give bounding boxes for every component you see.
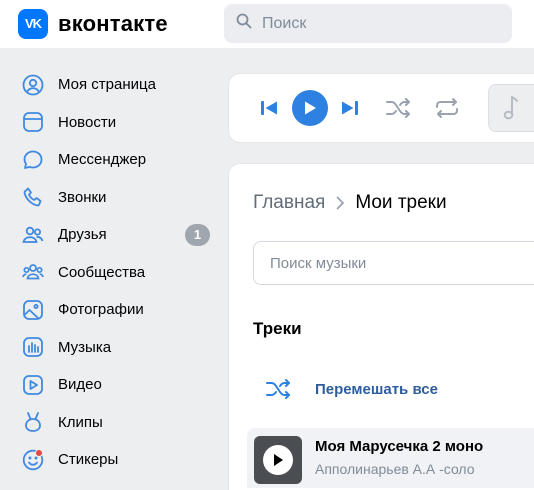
sidebar-item-label: Видео: [58, 376, 102, 394]
sidebar-item-label: Друзья: [58, 226, 107, 244]
sidebar-item-label: Мессенджер: [58, 151, 147, 169]
repeat-icon: [436, 98, 458, 118]
clips-icon: [22, 411, 44, 433]
track-title: Моя Марусечка 2 моно: [315, 438, 484, 455]
music-search-input[interactable]: Поиск музыки: [253, 241, 534, 285]
shuffle-all-label: Перемешать все: [315, 380, 438, 398]
stickers-notification-dot: [35, 449, 43, 457]
shuffle-button[interactable]: [385, 96, 413, 120]
sidebar-item-photos[interactable]: Фотографии: [0, 291, 228, 329]
shuffle-icon: [266, 379, 290, 399]
music-search-placeholder: Поиск музыки: [270, 254, 367, 272]
vk-logo-mark: VK: [18, 9, 48, 39]
communities-icon: [22, 261, 44, 283]
friends-icon: [22, 224, 44, 246]
sidebar-item-music[interactable]: Музыка: [0, 329, 228, 367]
play-button[interactable]: [292, 90, 328, 126]
sidebar-item-label: Сообщества: [58, 263, 146, 281]
sidebar-item-my-page[interactable]: Моя страница: [0, 66, 228, 104]
track-play-disc: [263, 445, 293, 475]
current-track-cover[interactable]: [488, 84, 534, 132]
sidebar-item-label: Моя страница: [58, 76, 156, 94]
top-header: VK вконтакте Поиск: [0, 0, 534, 48]
sidebar-item-label: Клипы: [58, 413, 103, 431]
previous-icon: [261, 101, 277, 115]
sidebar-item-communities[interactable]: Сообщества: [0, 254, 228, 292]
music-note-icon: [503, 96, 518, 120]
global-search-input[interactable]: Поиск: [224, 4, 512, 43]
sidebar-item-label: Стикеры: [58, 451, 119, 469]
sidebar-item-label: Фотографии: [58, 301, 144, 319]
sidebar-item-messenger[interactable]: Мессенджер: [0, 141, 228, 179]
music-content-panel: Главная Мои треки Поиск музыки Треки Пер…: [228, 163, 534, 490]
sidebar-item-friends[interactable]: Друзья 1: [0, 216, 228, 254]
next-track-button[interactable]: [340, 98, 360, 118]
breadcrumb-home-link[interactable]: Главная: [253, 192, 325, 214]
vk-logo-mark-text: VK: [24, 16, 42, 31]
track-artist-link[interactable]: Апполинарьев А.А -соло: [315, 461, 475, 477]
sidebar-item-stickers[interactable]: Стикеры: [0, 441, 228, 479]
vk-logo[interactable]: VK вконтакте: [18, 9, 168, 39]
sidebar-item-label: Звонки: [58, 188, 107, 206]
sidebar-item-label: Новости: [58, 113, 117, 131]
shuffle-all-button[interactable]: Перемешать все: [265, 379, 438, 399]
sidebar-item-calls[interactable]: Звонки: [0, 179, 228, 217]
repeat-button[interactable]: [433, 96, 461, 120]
sidebar-item-clips[interactable]: Клипы: [0, 404, 228, 442]
message-bubble-icon: [22, 149, 44, 171]
news-icon: [22, 111, 44, 133]
track-play-button[interactable]: [254, 436, 302, 484]
vk-logo-text: вконтакте: [58, 11, 168, 36]
global-search-placeholder: Поиск: [262, 14, 307, 32]
phone-icon: [22, 186, 44, 208]
photos-icon: [22, 299, 44, 321]
sidebar-item-label: Музыка: [58, 338, 112, 356]
play-icon: [274, 454, 283, 466]
shuffle-icon: [386, 98, 410, 118]
previous-track-button[interactable]: [259, 98, 279, 118]
sidebar-item-news[interactable]: Новости: [0, 104, 228, 142]
user-circle-icon: [22, 74, 44, 96]
friends-count-badge: 1: [185, 224, 210, 246]
left-sidebar: Моя страница Новости Мессенджер Звонки Д…: [0, 66, 228, 479]
music-icon: [22, 336, 44, 358]
video-icon: [22, 374, 44, 396]
next-icon: [342, 101, 358, 115]
audio-player-bar: [228, 73, 534, 143]
breadcrumb: Главная Мои треки: [253, 192, 447, 214]
search-icon: [236, 13, 252, 34]
breadcrumb-current: Мои треки: [355, 192, 447, 213]
tracks-heading: Треки: [253, 319, 302, 338]
sidebar-item-video[interactable]: Видео: [0, 366, 228, 404]
chevron-right-icon: [335, 196, 345, 210]
play-icon: [305, 101, 316, 115]
track-row[interactable]: Моя Марусечка 2 моно Апполинарьев А.А -с…: [247, 428, 534, 488]
